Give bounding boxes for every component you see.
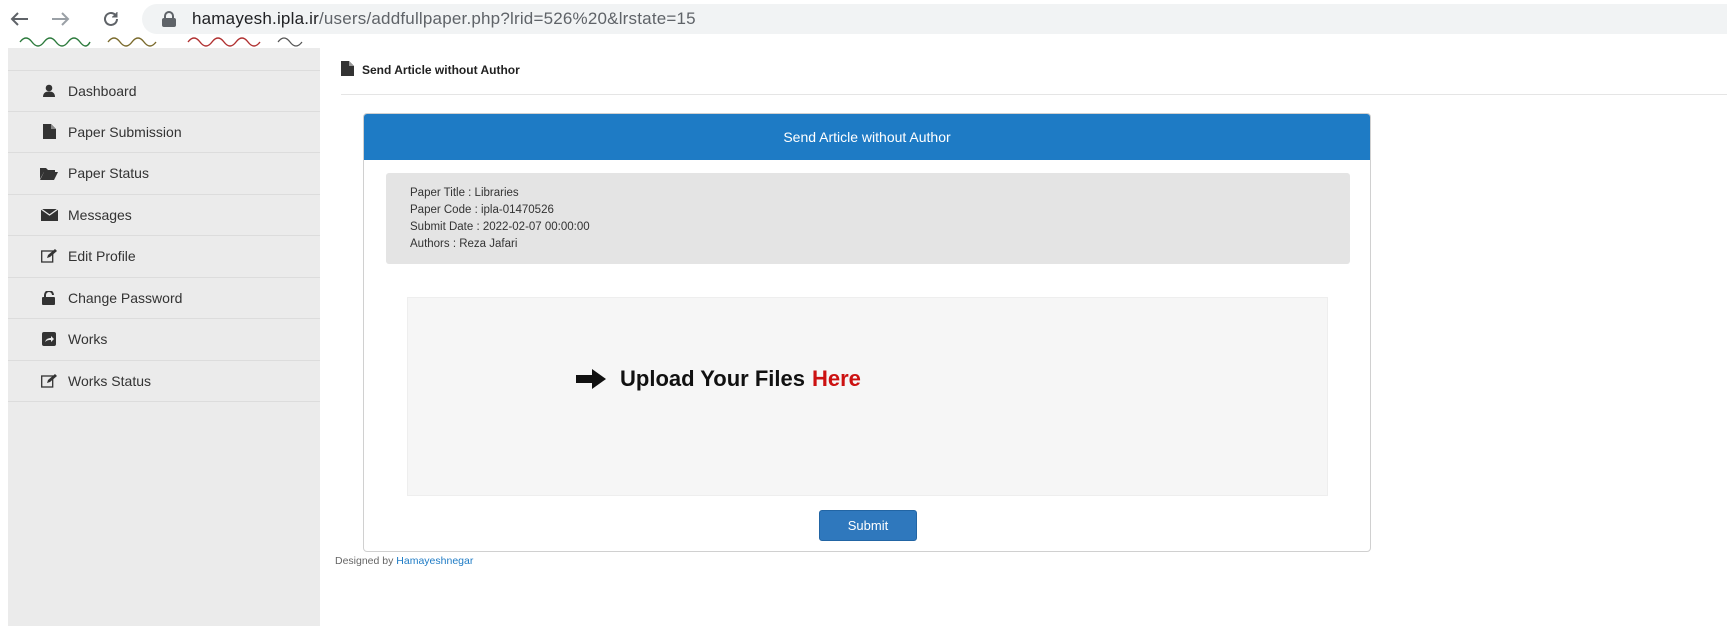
send-article-panel: Send Article without Author Paper Title …: [363, 113, 1371, 552]
sidebar-item-paper-status[interactable]: Paper Status: [8, 153, 320, 195]
sidebar-item-label: Works: [68, 331, 108, 348]
envelope-icon: [40, 208, 58, 222]
sidebar-item-messages[interactable]: Messages: [8, 195, 320, 236]
file-upload-dropzone[interactable]: Upload Your Files Here: [407, 297, 1328, 496]
sidebar: Dashboard Paper Submission Paper Status …: [8, 48, 320, 626]
panel-header: Send Article without Author: [364, 114, 1370, 160]
footer: Designed by Hamayeshnegar: [335, 555, 473, 567]
arrow-right-icon: [576, 369, 606, 389]
submit-date: Submit Date : 2022-02-07 00:00:00: [410, 221, 590, 233]
lock-icon: [162, 11, 176, 27]
upload-text: Upload Your Files: [620, 366, 805, 391]
sidebar-item-works-status[interactable]: Works Status: [8, 361, 320, 402]
upload-here-link[interactable]: Here: [812, 366, 861, 392]
submit-button[interactable]: Submit: [819, 510, 917, 541]
sidebar-item-edit-profile[interactable]: Edit Profile: [8, 236, 320, 278]
paper-info-box: Paper Title : Libraries Paper Code : ipl…: [386, 173, 1350, 264]
folder-open-icon: [40, 166, 58, 180]
site-logo: [18, 30, 318, 48]
sidebar-item-paper-submission[interactable]: Paper Submission: [8, 112, 320, 153]
sidebar-item-change-password[interactable]: Change Password: [8, 278, 320, 319]
url-path: /users/addfullpaper.php?lrid=526%20&lrst…: [318, 9, 696, 28]
sidebar-item-label: Paper Status: [68, 165, 149, 182]
sidebar-item-label: Messages: [68, 206, 132, 223]
paper-title: Paper Title : Libraries: [410, 187, 519, 199]
upload-prompt: Upload Your Files Here: [576, 366, 861, 392]
footer-prefix: Designed by: [335, 555, 394, 567]
page-title-text: Send Article without Author: [362, 63, 520, 77]
sidebar-item-label: Dashboard: [68, 82, 137, 99]
page-title: Send Article without Author: [341, 60, 520, 80]
file-icon: [341, 61, 354, 79]
file-icon: [40, 124, 58, 140]
sidebar-item-dashboard[interactable]: Dashboard: [8, 70, 320, 112]
url-host: hamayesh.ipla.ir: [192, 9, 319, 28]
divider: [341, 94, 1727, 95]
unlock-icon: [40, 290, 58, 305]
edit-icon: [40, 249, 58, 263]
sidebar-item-label: Edit Profile: [68, 248, 136, 265]
footer-link[interactable]: Hamayeshnegar: [396, 555, 473, 567]
sidebar-item-label: Change Password: [68, 289, 183, 306]
share-icon: [40, 332, 58, 347]
edit-icon: [40, 373, 58, 388]
address-bar[interactable]: hamayesh.ipla.ir/users/addfullpaper.php?…: [142, 4, 1727, 34]
paper-code: Paper Code : ipla-01470526: [410, 204, 554, 216]
sidebar-item-works[interactable]: Works: [8, 319, 320, 361]
sidebar-item-label: Paper Submission: [68, 123, 182, 140]
authors: Authors : Reza Jafari: [410, 238, 518, 250]
sidebar-item-label: Works Status: [68, 372, 151, 389]
user-icon: [40, 84, 58, 98]
